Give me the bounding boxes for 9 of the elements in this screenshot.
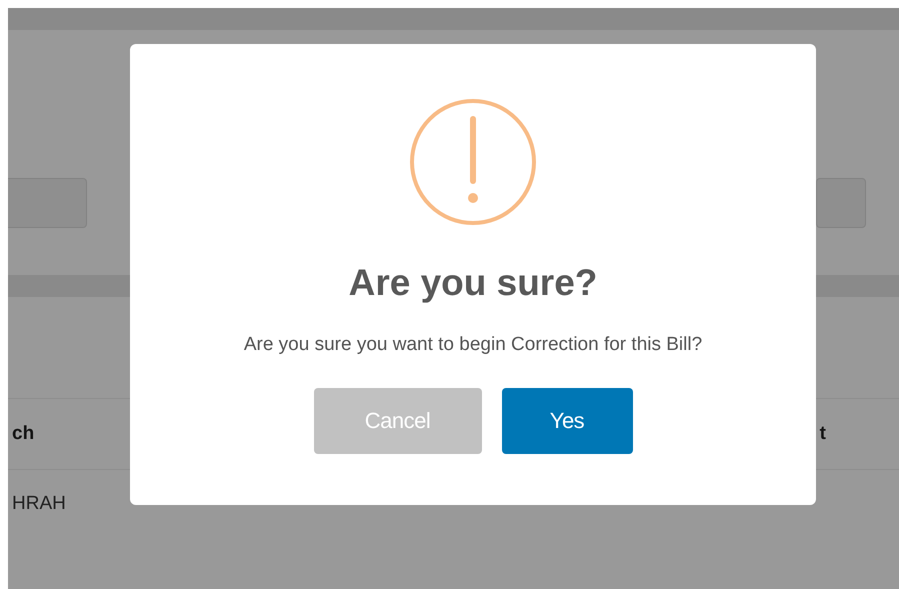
column-header: ch bbox=[11, 423, 34, 445]
dialog-message: Are you sure you want to begin Correction for this Bill? bbox=[244, 334, 702, 356]
warning-icon bbox=[409, 98, 537, 226]
input-field[interactable] bbox=[8, 178, 87, 228]
confirm-button[interactable]: Yes bbox=[502, 388, 632, 454]
table-cell-text: HRAH bbox=[11, 493, 66, 515]
column-header: t bbox=[820, 423, 826, 445]
dialog-title: Are you sure? bbox=[348, 262, 598, 304]
input-field[interactable] bbox=[816, 178, 866, 228]
